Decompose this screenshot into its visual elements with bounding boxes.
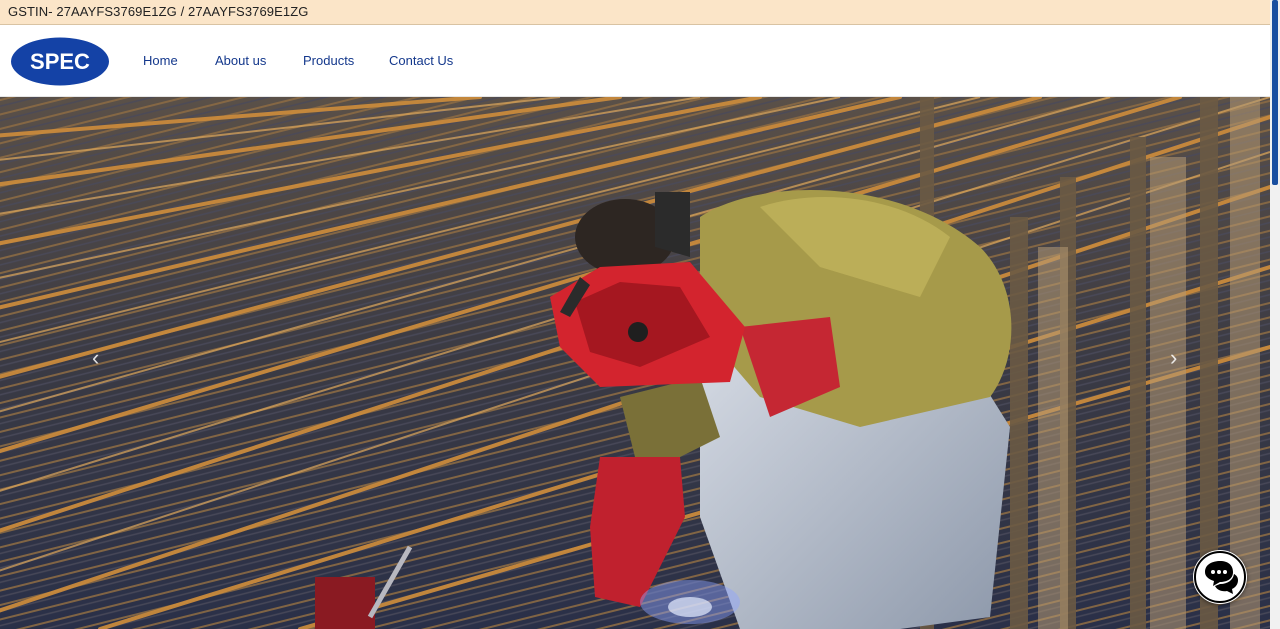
hero-image-welder xyxy=(0,97,1270,629)
top-info-bar: GSTIN- 27AAYFS3769E1ZG / 27AAYFS3769E1ZG xyxy=(0,0,1270,25)
logo-text: SPEC xyxy=(30,49,90,74)
nav-home[interactable]: Home xyxy=(143,53,178,68)
nav-about-us[interactable]: About us xyxy=(215,53,266,68)
spec-logo[interactable]: SPEC xyxy=(10,37,110,86)
chat-widget-button[interactable] xyxy=(1193,550,1247,604)
scrollbar-thumb[interactable] xyxy=(1272,0,1278,185)
carousel-next-icon[interactable]: › xyxy=(1170,347,1177,369)
gstin-text: GSTIN- 27AAYFS3769E1ZG / 27AAYFS3769E1ZG xyxy=(8,4,309,19)
nav-products[interactable]: Products xyxy=(303,53,354,68)
chat-bubbles-icon xyxy=(1194,551,1246,603)
nav-contact-us[interactable]: Contact Us xyxy=(389,53,453,68)
hero-carousel: ‹ › xyxy=(0,97,1270,629)
page-scrollbar[interactable] xyxy=(1270,0,1280,629)
carousel-prev-icon[interactable]: ‹ xyxy=(92,347,99,369)
page: GSTIN- 27AAYFS3769E1ZG / 27AAYFS3769E1ZG… xyxy=(0,0,1280,629)
main-navbar: SPEC Home About us Products Contact Us xyxy=(0,25,1270,97)
